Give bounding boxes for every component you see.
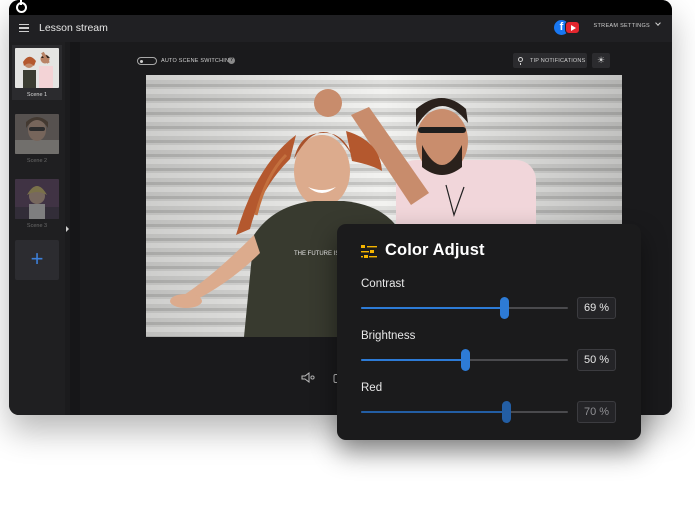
slider-thumb[interactable]	[460, 349, 470, 371]
contrast-value[interactable]: 69 %	[577, 297, 616, 319]
stream-settings-button[interactable]: STREAM SETTINGS	[593, 20, 661, 29]
lightbulb-icon	[518, 57, 523, 65]
contrast-slider[interactable]	[361, 297, 568, 319]
tip-notifications-button[interactable]: TIP NOTIFICATIONS	[513, 53, 587, 68]
contrast-label: Contrast	[361, 278, 405, 290]
slider-fill	[361, 359, 465, 361]
color-adjust-panel: Color Adjust Contrast 69 % Brightness 50…	[337, 224, 641, 440]
stream-settings-label: STREAM SETTINGS	[593, 23, 650, 29]
slider-thumb[interactable]	[499, 297, 509, 319]
scene-label: Scene 3	[26, 223, 48, 229]
scene-item-1[interactable]: Scene 1	[12, 45, 62, 100]
speaker-icon[interactable]	[301, 372, 315, 383]
youtube-icon	[565, 21, 580, 34]
plus-icon: +	[30, 246, 44, 271]
scene-thumbnail	[15, 48, 59, 88]
brightness-label: Brightness	[361, 330, 416, 342]
red-value[interactable]: 70 %	[577, 401, 616, 423]
scene-item-3[interactable]: Scene 3	[12, 176, 62, 231]
slider-fill	[361, 307, 504, 309]
scene-item-2[interactable]: Scene 2	[12, 111, 62, 166]
chevron-down-icon	[655, 20, 661, 26]
auto-scene-switching-toggle[interactable]	[137, 57, 157, 65]
tip-notifications-label: TIP NOTIFICATIONS	[530, 58, 586, 64]
sliders-icon	[361, 245, 377, 258]
auto-scene-switching-label: AUTO SCENE SWITCHING	[161, 58, 234, 64]
add-scene-button[interactable]: +	[15, 240, 59, 280]
collapse-sidebar-arrow-icon[interactable]	[66, 226, 69, 232]
red-slider[interactable]	[361, 401, 568, 423]
red-label: Red	[361, 382, 383, 394]
power-logo-icon	[16, 0, 27, 13]
page-title: Lesson stream	[39, 22, 108, 34]
scene-thumbnail	[15, 114, 59, 154]
panel-title: Color Adjust	[385, 241, 485, 259]
top-bar: Lesson stream f STREAM SETTINGS	[9, 15, 672, 42]
scene-label: Scene 1	[26, 92, 48, 98]
help-icon[interactable]: ?	[228, 57, 235, 64]
scene-sidebar: Scene 1 Scene 2 Scene 3 +	[9, 42, 65, 415]
brightness-icon[interactable]: ☀	[592, 53, 610, 68]
connected-platforms[interactable]: f	[554, 20, 580, 36]
slider-fill	[361, 411, 506, 413]
scene-thumbnail	[15, 179, 59, 219]
brightness-slider[interactable]	[361, 349, 568, 371]
title-bar	[9, 0, 672, 15]
scene-label: Scene 2	[26, 158, 48, 164]
slider-thumb[interactable]	[501, 401, 511, 423]
menu-icon[interactable]	[19, 24, 29, 32]
sidebar-divider	[70, 42, 80, 415]
brightness-value[interactable]: 50 %	[577, 349, 616, 371]
